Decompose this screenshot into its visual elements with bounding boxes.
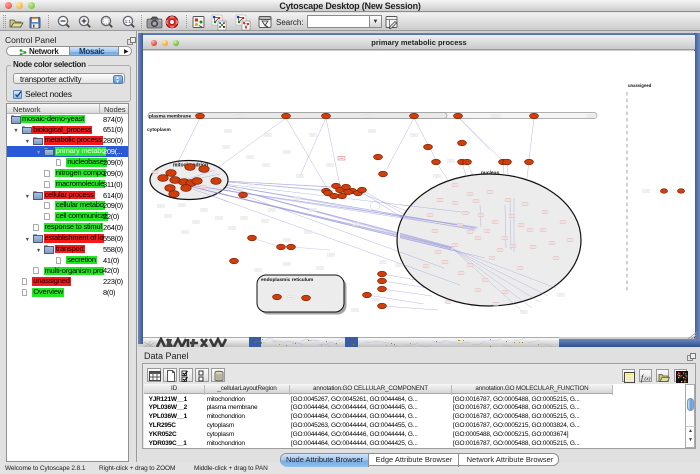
- svg-text:unassigned: unassigned: [628, 83, 652, 88]
- svg-text:nucleus: nucleus: [481, 170, 499, 176]
- svg-text:endoplasmic reticulum: endoplasmic reticulum: [261, 277, 313, 283]
- svg-text:plasma membrane: plasma membrane: [149, 114, 191, 120]
- svg-text:(x): (x): [644, 375, 650, 382]
- svg-text:1:1: 1:1: [125, 19, 132, 24]
- svg-text:cytoplasm: cytoplasm: [147, 127, 171, 133]
